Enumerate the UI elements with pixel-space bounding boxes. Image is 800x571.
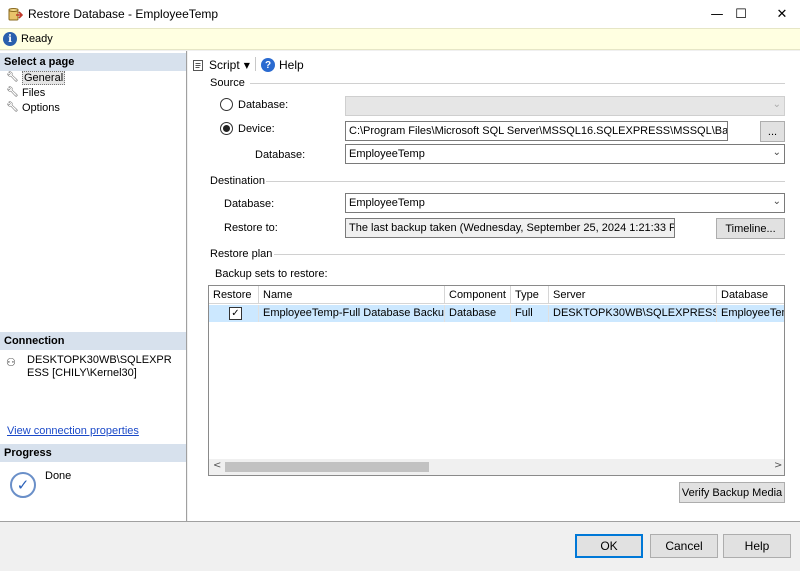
page-item-label: Files [22,86,46,99]
column-header-server[interactable]: Server [549,286,717,304]
device-database-combo[interactable]: EmployeeTemp ⌄ [345,144,785,164]
database-radio[interactable] [220,98,233,111]
dropdown-arrow-icon: ▼ [243,60,250,70]
section-divider [266,181,785,182]
destination-database-value: EmployeeTemp [349,197,425,209]
scroll-left-icon[interactable]: < [213,460,221,471]
page-item-label: Options [22,101,60,114]
section-divider [274,254,785,255]
browse-device-button[interactable]: ... [760,121,785,142]
page-item-files[interactable]: 🔧︎ Files [6,85,45,100]
timeline-button[interactable]: Timeline... [716,218,785,239]
left-pane: Select a page 🔧︎ General 🔧︎ Files 🔧︎ Opt… [0,51,187,521]
connection-header: Connection [0,332,186,350]
cell-database: EmployeeTemp [717,305,784,322]
device-database-label: Database: [255,149,306,161]
chevron-down-icon: ⌄ [772,147,781,158]
cell-server: DESKTOPK30WB\SQLEXPRESS [549,305,717,322]
restore-database-icon [8,8,23,21]
restore-checkbox[interactable]: ✓ [229,307,242,320]
verify-backup-media-button[interactable]: Verify Backup Media [679,482,785,503]
restore-to-value: The last backup taken (Wednesday, Septem… [349,222,675,234]
ok-button[interactable]: OK [575,534,643,558]
table-row[interactable]: EmployeeTemp-Full Database Backup Databa… [209,305,784,322]
backup-sets-label: Backup sets to restore: [215,268,328,280]
view-connection-properties-link[interactable]: View connection properties [7,425,139,437]
close-icon: ✕ [776,6,788,22]
window-title: Restore Database - EmployeeTemp [28,7,219,21]
title-bar: Restore Database - EmployeeTemp — ☐ ✕ [0,0,800,28]
restore-to-label: Restore to: [224,222,278,234]
wrench-icon: 🔧︎ [6,102,19,113]
close-button[interactable]: ✕ [762,0,800,28]
source-database-combo[interactable]: ⌄ [345,96,785,116]
device-radio-label: Device: [238,123,275,135]
status-bar: i Ready [0,28,800,50]
script-icon [193,59,203,71]
help-toolbar-button[interactable]: ? Help [261,57,304,73]
source-section-header: Source [210,77,245,89]
page-item-options[interactable]: 🔧︎ Options [6,100,60,115]
device-database-value: EmployeeTemp [349,148,425,160]
cell-name: EmployeeTemp-Full Database Backup [259,305,445,322]
script-button[interactable]: Script ▼ [192,57,250,73]
script-label: Script [209,58,240,72]
device-path-field[interactable]: C:\Program Files\Microsoft SQL Server\MS… [345,121,728,141]
destination-section-header: Destination [210,175,266,187]
minimize-icon: — [710,6,724,22]
select-page-header: Select a page [0,53,186,71]
section-divider [250,83,785,84]
toolbar-separator [255,57,256,71]
device-path-value: C:\Program Files\Microsoft SQL Server\MS… [349,125,728,137]
help-label: Help [279,58,304,72]
column-header-name[interactable]: Name [259,286,445,304]
page-item-label: General [22,70,66,85]
column-header-database[interactable]: Database [717,286,784,304]
scroll-right-icon[interactable]: > [774,460,782,471]
maximize-button[interactable]: ☐ [734,0,748,28]
help-button[interactable]: Help [723,534,791,558]
status-text: Ready [21,33,53,45]
progress-header: Progress [0,444,186,462]
page-item-general[interactable]: 🔧︎ General [6,70,66,85]
info-icon: i [3,32,17,46]
wrench-icon: 🔧︎ [6,87,19,98]
cancel-button[interactable]: Cancel [650,534,718,558]
chevron-down-icon: ⌄ [772,196,781,207]
column-header-type[interactable]: Type [511,286,549,304]
destination-database-combo[interactable]: EmployeeTemp ⌄ [345,193,785,213]
horizontal-scrollbar[interactable]: < > [209,459,784,475]
done-check-icon: ✓ [10,472,36,498]
connection-text: DESKTOPK30WB\SQLEXPRESS [CHILY\Kernel30] [27,354,172,379]
column-header-restore[interactable]: Restore [209,286,259,304]
restore-plan-section-header: Restore plan [210,248,273,260]
scrollbar-thumb[interactable] [225,462,429,472]
chevron-down-icon: ⌄ [772,99,781,110]
device-radio[interactable] [220,122,233,135]
help-icon: ? [261,58,275,72]
server-connection-icon: ⚇ [6,356,16,369]
wrench-icon: 🔧︎ [6,72,19,83]
destination-database-label: Database: [224,198,275,210]
progress-text: Done [45,470,72,482]
column-header-component[interactable]: Component [445,286,511,304]
database-radio-label: Database: [238,99,289,111]
cell-component: Database [445,305,511,322]
cell-type: Full [511,305,549,322]
restore-to-field: The last backup taken (Wednesday, Septem… [345,218,675,238]
maximize-icon: ☐ [735,6,747,22]
backup-sets-grid[interactable]: Restore Name Component Type Server Datab… [208,285,785,476]
